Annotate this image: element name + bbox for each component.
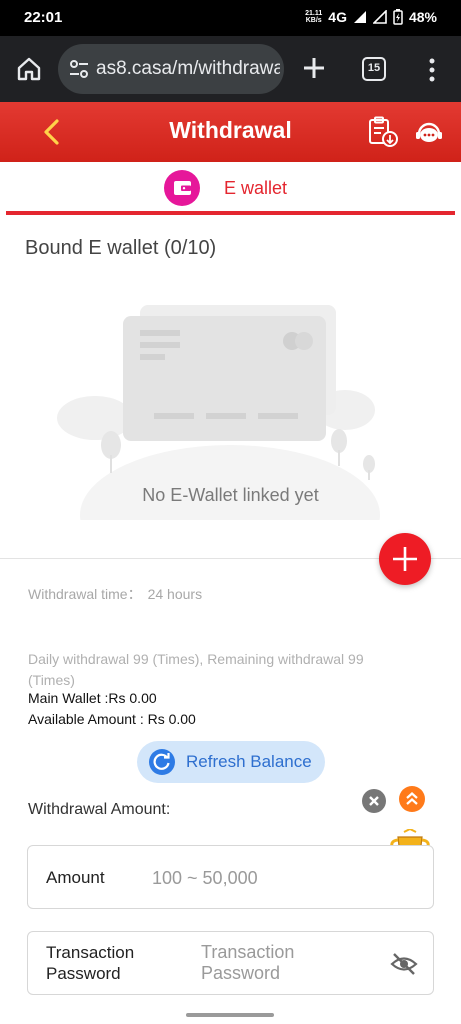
more-menu-icon[interactable] xyxy=(424,56,440,84)
gesture-bar xyxy=(186,1013,274,1017)
status-time: 22:01 xyxy=(24,9,63,26)
signal-2-icon xyxy=(372,10,387,24)
tab-switcher-button[interactable]: 15 xyxy=(362,57,386,81)
status-bar: 22:01 21.11 KB/s 4G 48% xyxy=(0,0,461,36)
withdrawal-records-icon[interactable] xyxy=(367,116,399,148)
battery-level: 48% xyxy=(408,9,437,25)
status-icons: 21.11 KB/s 4G 48% xyxy=(305,9,437,25)
main-wallet-balance: Main Wallet :Rs 0.00 xyxy=(28,690,157,706)
amount-label: Amount xyxy=(46,868,105,887)
site-settings-icon[interactable] xyxy=(68,58,90,80)
tab-label: E wallet xyxy=(224,178,288,198)
withdrawal-amount-label: Withdrawal Amount: xyxy=(28,801,171,818)
transaction-password-label: Transaction Password xyxy=(46,943,135,983)
network-speed-value: 21.11 xyxy=(305,10,323,17)
refresh-balance-label: Refresh Balance xyxy=(186,752,312,771)
url-text[interactable]: as8.casa/m/withdrawal xyxy=(96,58,280,80)
signal-icon xyxy=(353,11,366,23)
withdrawal-time: Withdrawal time： 24 hours xyxy=(28,584,202,604)
close-icon[interactable] xyxy=(362,789,386,813)
network-speed: 21.11 KB/s xyxy=(305,10,322,24)
transaction-password-field[interactable]: Transaction Password Transaction Passwor… xyxy=(27,931,434,995)
battery-icon xyxy=(393,9,403,25)
scroll-to-top-icon[interactable] xyxy=(399,786,425,812)
app-header: Withdrawal xyxy=(0,102,461,162)
eye-off-icon[interactable] xyxy=(390,951,418,977)
network-speed-unit: KB/s xyxy=(305,17,322,24)
refresh-balance-button[interactable]: Refresh Balance xyxy=(137,741,325,783)
new-tab-icon[interactable] xyxy=(300,54,328,82)
address-bar[interactable]: as8.casa/m/withdrawal xyxy=(58,44,284,94)
plus-icon xyxy=(393,547,417,571)
available-amount: Available Amount : Rs 0.00 xyxy=(28,711,196,727)
tab-underline xyxy=(6,211,455,215)
daily-withdrawal-info: Daily withdrawal 99 (Times), Remaining w… xyxy=(28,651,364,688)
browser-toolbar: as8.casa/m/withdrawal 15 xyxy=(0,36,461,102)
add-wallet-button[interactable] xyxy=(379,533,431,585)
amount-input[interactable]: 100 ~ 50,000 xyxy=(152,868,258,889)
amount-field[interactable]: Amount 100 ~ 50,000 xyxy=(27,845,434,909)
wallet-icon xyxy=(164,170,200,206)
empty-state-message: No E-Wallet linked yet xyxy=(142,485,319,505)
withdrawal-time-label: Withdrawal time： xyxy=(28,586,142,602)
network-type: 4G xyxy=(328,9,347,25)
tab-e-wallet[interactable]: E wallet xyxy=(0,162,461,216)
bound-wallet-heading: Bound E wallet (0/10) xyxy=(25,237,217,259)
refresh-icon xyxy=(149,749,175,775)
transaction-password-input[interactable]: Transaction Password xyxy=(201,942,341,984)
withdrawal-time-value: 24 hours xyxy=(147,586,203,602)
customer-service-icon[interactable] xyxy=(414,119,444,147)
home-icon[interactable] xyxy=(16,56,42,82)
